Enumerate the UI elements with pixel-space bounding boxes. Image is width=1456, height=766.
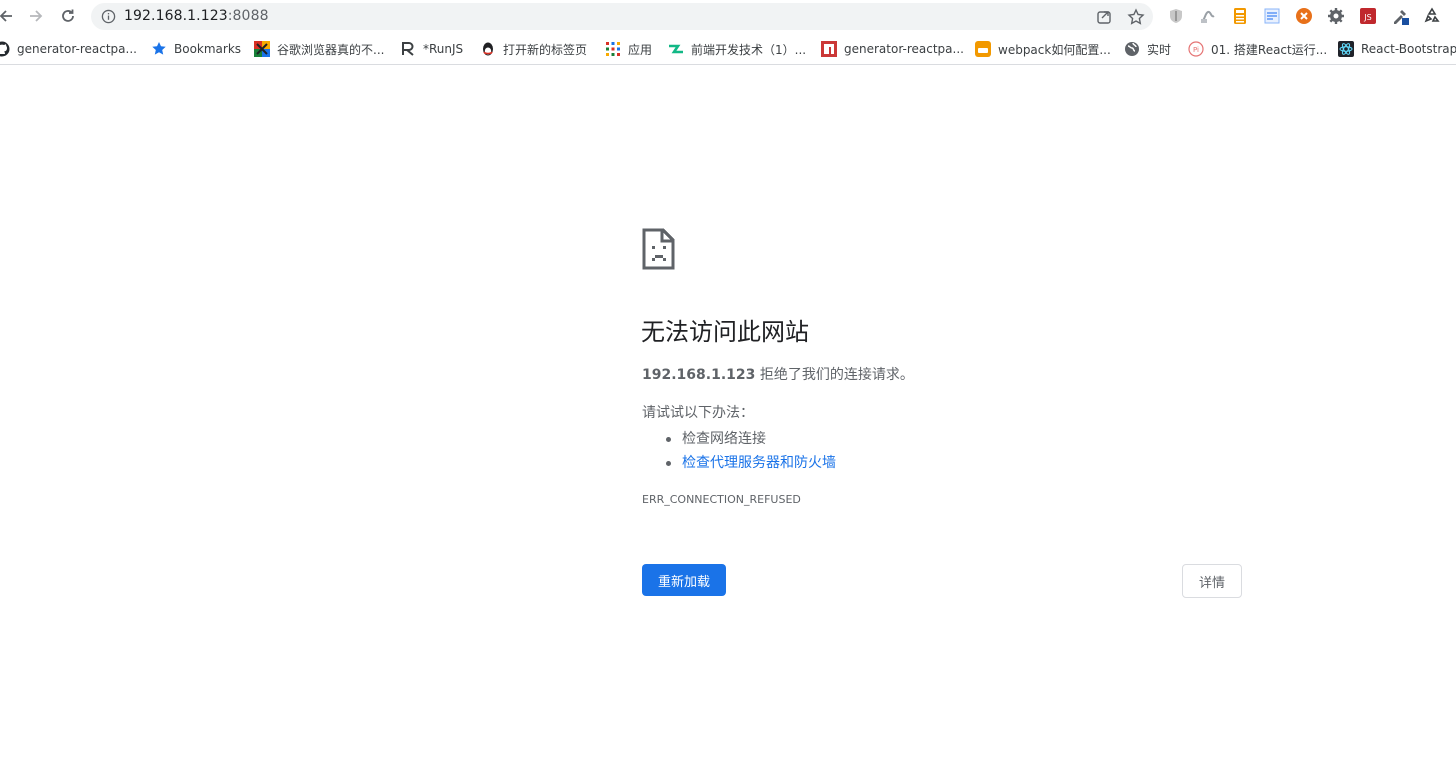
colorful-logo-icon [254,41,270,57]
bookmark-item[interactable]: generator-reactpa... [821,39,964,59]
error-code: ERR_CONNECTION_REFUSED [642,493,801,506]
bookmark-label: generator-reactpa... [17,42,137,56]
error-summary-text: 拒绝了我们的连接请求。 [755,367,914,383]
share-icon[interactable] [1095,8,1113,26]
url-text[interactable]: 192.168.1.123:8088 [124,3,269,30]
forward-arrow-icon [30,10,43,22]
pink-logo-icon: Pi [1188,41,1204,57]
back-arrow-icon [0,10,12,22]
bookmark-label: Bookmarks [174,42,242,56]
svg-text:JS: JS [1363,13,1371,22]
qq-penguin-icon [483,42,493,56]
star-icon [152,42,166,55]
calculator-extension-icon[interactable] [1231,7,1249,25]
eyedropper-extension-icon[interactable] [1391,7,1409,25]
reload-toolbar-button[interactable] [56,4,80,28]
reload-icon [62,9,74,22]
teal-logo-icon [669,44,683,54]
url-port: :8088 [227,8,269,24]
recycle-extension-icon[interactable] [1423,7,1441,25]
bookmark-label: 谷歌浏览器真的不... [277,42,385,57]
reload-button[interactable]: 重新加载 [642,564,726,596]
document-extension-icon[interactable] [1263,7,1281,25]
suggestion-text: 检查网络连接 [682,431,766,447]
suggestion-check-connection: 检查网络连接 [642,427,836,451]
page-title: 无法访问此网站 [641,318,809,346]
bookmark-label: React-Bootstrap [1361,42,1456,56]
bookmark-item[interactable]: 打开新的标签页 [480,39,587,59]
red-n-icon [821,41,837,57]
bookmark-label: 前端开发技术（1）... [691,42,807,57]
bookmark-label: 打开新的标签页 [503,42,588,57]
suggestions-heading: 请试试以下办法： [642,405,754,421]
github-icon [0,41,10,57]
script-extension-icon[interactable] [1199,7,1217,25]
bookmark-item[interactable]: 前端开发技术（1）... [668,39,806,59]
address-bar[interactable]: 192.168.1.123:8088 [91,3,1153,30]
proxy-firewall-link[interactable]: 检查代理服务器和防火墙 [682,455,836,471]
details-button[interactable]: 详情 [1182,564,1242,598]
apps-grid-icon [606,42,620,56]
gear-extension-icon[interactable] [1327,7,1345,25]
orange-logo-icon [975,41,991,57]
forward-button[interactable] [24,4,48,28]
bookmark-item[interactable]: 谷歌浏览器真的不... [254,39,384,59]
bookmark-label: 实时 [1147,42,1172,57]
suggestions-list: 检查网络连接 检查代理服务器和防火墙 [642,427,836,475]
info-icon[interactable] [101,9,116,24]
bookmark-label: 01. 搭建React运行... [1211,42,1328,57]
bookmarks-bar: generator-reactpa... Bookmarks 谷歌浏览器真的不.… [0,33,1456,65]
orange-x-extension-icon[interactable] [1295,7,1313,25]
bookmark-item[interactable]: React-Bootstrap [1338,39,1456,59]
bookmark-item[interactable]: Pi 01. 搭建React运行... [1188,39,1327,59]
back-button[interactable] [0,4,18,28]
globe-icon [1125,42,1139,56]
bookmark-star-icon[interactable] [1127,8,1145,26]
runjs-icon [402,42,414,56]
bookmark-item[interactable]: generator-reactpa... [0,39,137,59]
bookmark-item[interactable]: 实时 [1124,39,1171,59]
js-extension-icon[interactable]: JS [1359,7,1377,25]
shield-extension-icon[interactable] [1167,7,1185,25]
bookmark-label: generator-reactpa... [844,42,964,56]
error-summary: 192.168.1.123 拒绝了我们的连接请求。 [642,365,914,385]
bookmark-item[interactable]: *RunJS [400,39,463,59]
bookmark-item[interactable]: webpack如何配置... [975,39,1111,59]
sad-page-icon [642,228,675,270]
error-host: 192.168.1.123 [642,367,756,383]
bookmark-label: 应用 [628,42,653,57]
react-bootstrap-icon [1338,41,1354,57]
svg-text:Pi: Pi [1193,46,1199,54]
bookmark-label: webpack如何配置... [998,42,1111,57]
suggestion-check-proxy: 检查代理服务器和防火墙 [642,451,836,475]
browser-toolbar: 192.168.1.123:8088 JS [0,0,1456,32]
url-host: 192.168.1.123 [124,8,228,24]
bookmark-item[interactable]: Bookmarks [151,39,241,59]
bookmark-label: *RunJS [423,42,464,56]
bookmark-item[interactable]: 应用 [605,39,652,59]
